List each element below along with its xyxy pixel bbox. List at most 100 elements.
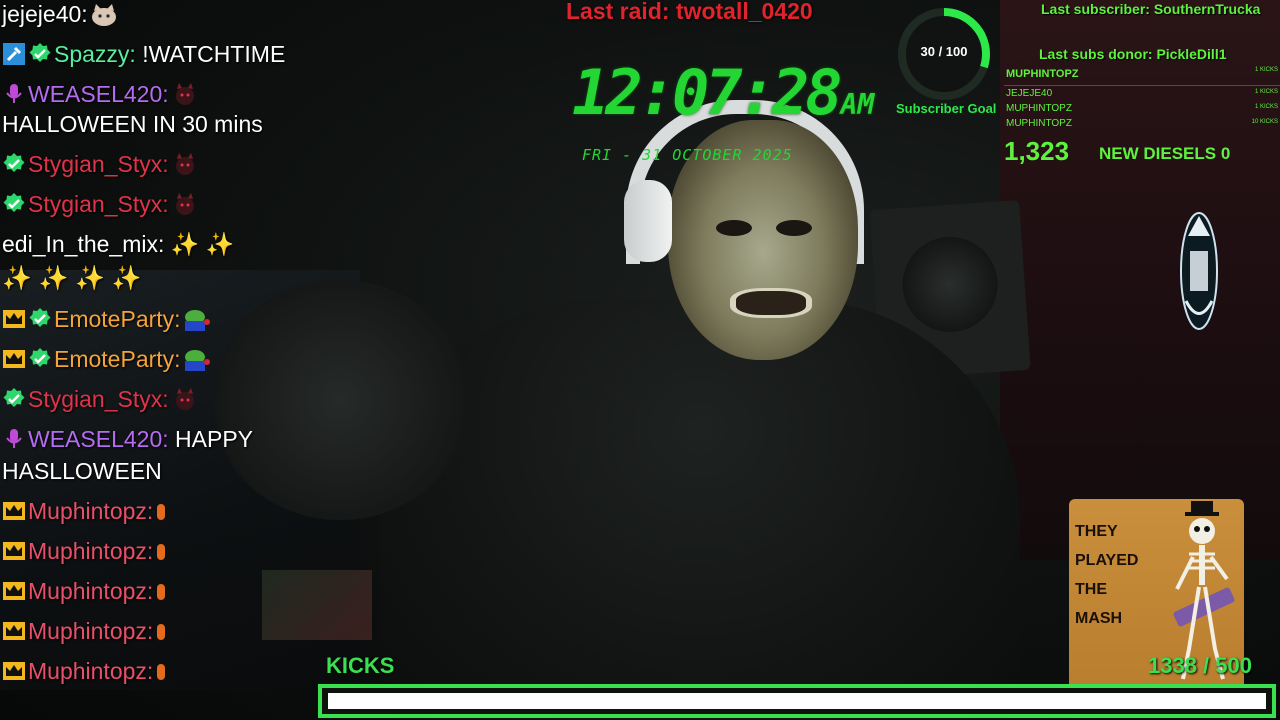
kick-row-amount: 1 KICKS <box>1254 89 1278 95</box>
chat-username[interactable]: WEASEL420: <box>28 426 169 452</box>
subscriber-goal-count: 30 / 100 <box>920 44 968 59</box>
candy-emote-icon <box>153 660 185 684</box>
chat-message: Muphintopz: <box>2 577 185 605</box>
crown-icon <box>2 307 26 331</box>
chat-username[interactable]: Muphintopz: <box>28 578 153 604</box>
chat-username[interactable]: Stygian_Styx: <box>28 151 169 177</box>
chat-username[interactable]: WEASEL420: <box>28 81 169 107</box>
crown-icon <box>2 659 26 683</box>
chat-username[interactable]: Stygian_Styx: <box>28 191 169 217</box>
chat-message: HALLOWEEN IN 30 mins <box>2 110 263 138</box>
chat-text: HALLOWEEN IN 30 mins <box>2 111 263 137</box>
chat-message: EmoteParty: <box>2 305 213 333</box>
kick-row-amount: 1 KICKS <box>1254 104 1278 110</box>
chat-username[interactable]: Muphintopz: <box>28 658 153 684</box>
chat-text: ✨ ✨ ✨ ✨ <box>2 265 142 292</box>
subscriber-goal-label: Subscriber Goal <box>896 101 997 116</box>
chat-message: Muphintopz: <box>2 657 185 685</box>
frog-emote-icon <box>181 348 213 372</box>
chat-username[interactable]: EmoteParty: <box>54 346 181 372</box>
cat-emote-icon <box>88 3 120 27</box>
chat-username[interactable]: Spazzy: <box>54 41 136 67</box>
kick-row: MUPHINTOPZ 10 KICKS <box>1006 118 1280 132</box>
kicks-goal-label: KICKS <box>326 653 395 678</box>
kick-row-name: JEJEJE40 <box>1006 88 1053 99</box>
chat-message: Spazzy: !WATCHTIME <box>2 40 285 68</box>
chat-message: Muphintopz: <box>2 497 185 525</box>
kick-row-amount: 10 KICKS <box>1251 119 1278 125</box>
chat-username[interactable]: edi_In_the_mix: <box>2 231 164 257</box>
chat-message: WEASEL420: <box>2 80 201 108</box>
clock: 12:07:28AM <box>572 56 874 129</box>
kick-row-name: MUPHINTOPZ <box>1006 103 1072 114</box>
channel-logo <box>1178 206 1220 336</box>
clock-ampm: AM <box>840 88 875 121</box>
chat-message: jejeje40: <box>2 0 120 28</box>
chat-message: ✨ ✨ ✨ ✨ <box>2 265 142 293</box>
crown-icon <box>2 619 26 643</box>
chat-username[interactable]: Muphintopz: <box>28 498 153 524</box>
mic-icon <box>2 427 26 451</box>
verified-icon <box>28 42 52 66</box>
divider <box>1004 85 1280 86</box>
chat-username[interactable]: Stygian_Styx: <box>28 386 169 412</box>
last-subscriber: Last subscriber: SouthernTrucka <box>1041 1 1261 17</box>
chat-message: Stygian_Styx: <box>2 385 201 413</box>
chat-message: edi_In_the_mix: ✨ ✨ <box>2 230 234 258</box>
candy-emote-icon <box>153 500 185 524</box>
kick-row: MUPHINTOPZ 1 KICKS <box>1006 103 1280 117</box>
streamer-body <box>380 300 1020 720</box>
verified-icon <box>2 387 26 411</box>
chat-username[interactable]: Muphintopz: <box>28 538 153 564</box>
demon-emote-icon <box>169 153 201 177</box>
kicks-progress-fill <box>328 693 1266 709</box>
kicks-progress-bar <box>318 684 1276 718</box>
crown-icon <box>2 539 26 563</box>
chat-message: WEASEL420: HAPPY <box>2 425 253 453</box>
chat-message: EmoteParty: <box>2 345 213 373</box>
kick-top-name: MUPHINTOPZ <box>1006 68 1079 80</box>
candy-emote-icon <box>153 620 185 644</box>
verified-icon <box>2 152 26 176</box>
demon-emote-icon <box>169 193 201 217</box>
chat-overlay: jejeje40: Spazzy: !WATCHTIME WEASEL420: HAL… <box>0 0 330 720</box>
demon-emote-icon <box>169 83 201 107</box>
kick-row-name: MUPHINTOPZ <box>1006 118 1072 129</box>
chat-username[interactable]: Muphintopz: <box>28 618 153 644</box>
headphone-earcup <box>624 180 672 262</box>
candy-emote-icon <box>153 580 185 604</box>
kick-leaderboard: MUPHINTOPZ 1 KICKS JEJEJE40 1 KICKS MUPH… <box>1004 64 1280 132</box>
chat-text: ✨ ✨ <box>164 231 235 257</box>
crown-icon <box>2 347 26 371</box>
chat-username[interactable]: EmoteParty: <box>54 306 181 332</box>
kick-row: JEJEJE40 1 KICKS <box>1006 88 1280 102</box>
chat-text: HAPPY <box>168 426 254 452</box>
chat-text: HASLLOWEEN <box>2 458 162 484</box>
tool-icon <box>2 42 26 66</box>
chat-message: Stygian_Styx: <box>2 190 201 218</box>
chat-message: Muphintopz: <box>2 617 185 645</box>
kicks-goal-count: 1338 / 500 <box>1148 653 1252 678</box>
kick-top-amount: 1 KICKS <box>1254 67 1278 73</box>
mic-icon <box>2 82 26 106</box>
demon-emote-icon <box>169 388 201 412</box>
verified-icon <box>28 307 52 331</box>
now-playing-title: THEY PLAYED THE MASH <box>1075 523 1139 627</box>
crown-icon <box>2 499 26 523</box>
verified-icon <box>28 347 52 371</box>
follower-count: 1,323 <box>1004 136 1070 166</box>
chat-text: !WATCHTIME <box>135 41 286 67</box>
candy-emote-icon <box>153 540 185 564</box>
new-diesels: NEW DIESELS 0 <box>1099 144 1231 163</box>
chat-message: Muphintopz: <box>2 537 185 565</box>
chat-username[interactable]: jejeje40: <box>2 1 88 27</box>
crown-icon <box>2 579 26 603</box>
last-raid-label: Last raid: twotall_0420 <box>566 0 813 24</box>
chat-message: Stygian_Styx: <box>2 150 201 178</box>
last-subs-donor: Last subs donor: PickleDill1 <box>1039 46 1227 62</box>
clock-time: 12:07:28 <box>572 56 843 129</box>
chat-message: HASLLOWEEN <box>2 457 162 485</box>
frog-emote-icon <box>181 308 213 332</box>
clock-date: FRI - 31 OCTOBER 2025 <box>582 146 793 164</box>
verified-icon <box>2 192 26 216</box>
